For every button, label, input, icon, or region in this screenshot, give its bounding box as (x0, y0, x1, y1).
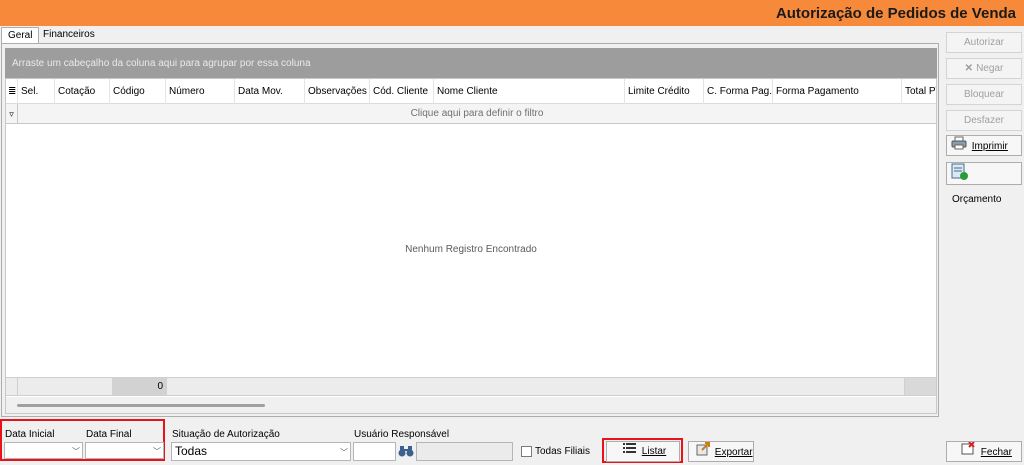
list-icon (623, 442, 636, 461)
col-numero[interactable]: Número (166, 79, 235, 104)
binoculars-icon[interactable] (398, 444, 414, 461)
chevron-down-icon[interactable]: ﹀ (153, 446, 161, 457)
situacao-select[interactable]: Todas ﹀ (171, 442, 351, 461)
negar-button[interactable]: ✕ Negar (946, 58, 1022, 79)
exportar-label: Exportar (714, 447, 753, 459)
col-forma-pagamento[interactable]: Forma Pagamento (773, 79, 902, 104)
window-title: Autorização de Pedidos de Venda (775, 5, 1016, 22)
situacao-label: Situação de Autorização (172, 429, 280, 440)
data-final-field[interactable]: ﹀ (85, 442, 164, 459)
col-data-mov[interactable]: Data Mov. (235, 79, 305, 104)
col-cod-cliente[interactable]: Cód. Cliente (370, 79, 434, 104)
col-observacoes[interactable]: Observações (305, 79, 370, 104)
col-limite-credito[interactable]: Limite Crédito (625, 79, 704, 104)
footer-count: 0 (112, 378, 167, 395)
quote-icon (951, 163, 969, 189)
todas-filiais-checkbox[interactable] (521, 446, 532, 457)
column-chooser-icon[interactable]: ≣ (6, 79, 18, 104)
exportar-button[interactable]: Exportar (688, 441, 754, 462)
imprimir-label: Imprimir (971, 141, 1008, 153)
orders-grid[interactable]: ≣ Sel. Cotação Código Número Data Mov. O… (5, 78, 937, 414)
group-by-hint: Arraste um cabeçalho da coluna aqui para… (12, 58, 311, 69)
listar-label: Listar (641, 446, 667, 458)
empty-message: Nenhum Registro Encontrado (405, 244, 537, 255)
close-window-icon (961, 441, 975, 462)
filter-icon[interactable]: ▿ (6, 104, 18, 124)
data-inicial-label: Data Inicial (5, 429, 55, 440)
data-inicial-field[interactable]: ﹀ (4, 442, 83, 459)
horizontal-scrollbar[interactable] (6, 397, 936, 413)
negar-label: Negar (976, 63, 1004, 75)
usuario-label: Usuário Responsável (354, 429, 450, 440)
footer-indicator-cell (6, 378, 18, 395)
printer-icon (951, 136, 967, 157)
desfazer-label: Desfazer (963, 115, 1004, 126)
fechar-label: Fechar (980, 446, 1012, 458)
todas-filiais-label: Todas Filiais (535, 446, 591, 457)
col-nome-cliente[interactable]: Nome Cliente (434, 79, 625, 104)
close-icon: ✕ (964, 63, 974, 74)
footer-total-cell (904, 378, 936, 395)
orcamento-label: Orçamento (952, 194, 1002, 205)
filter-hint: Clique aqui para definir o filtro (410, 108, 544, 119)
tab-financeiros[interactable]: Financeiros (37, 27, 101, 44)
filter-row[interactable]: ▿ Clique aqui para definir o filtro (6, 104, 936, 124)
tab-geral[interactable]: Geral (1, 27, 40, 44)
tab-strip: Geral Financeiros (0, 26, 940, 44)
autorizar-button[interactable]: Autorizar (946, 32, 1022, 53)
col-sel[interactable]: Sel. (18, 79, 55, 104)
grid-footer: 0 (6, 377, 936, 396)
bloquear-button[interactable]: Bloquear (946, 84, 1022, 105)
grid-header: ≣ Sel. Cotação Código Número Data Mov. O… (6, 79, 936, 104)
orcamento-button[interactable]: Orçamento (946, 162, 1022, 205)
situacao-value: Todas (175, 444, 208, 458)
autorizar-label: Autorizar (963, 37, 1004, 48)
listar-button[interactable]: Listar (606, 441, 680, 462)
col-c-forma-pag[interactable]: C. Forma Pag. (704, 79, 773, 104)
title-bar: Autorização de Pedidos de Venda (0, 0, 1024, 26)
chevron-down-icon[interactable]: ﹀ (340, 447, 348, 458)
col-codigo[interactable]: Código (110, 79, 166, 104)
fechar-button[interactable]: Fechar (946, 441, 1022, 462)
bloquear-label: Bloquear (963, 89, 1005, 100)
chevron-down-icon[interactable]: ﹀ (72, 446, 80, 457)
data-final-label: Data Final (86, 429, 132, 440)
group-by-panel[interactable]: Arraste um cabeçalho da coluna aqui para… (5, 48, 937, 78)
usuario-code-field[interactable] (353, 442, 396, 461)
col-total[interactable]: Total P\ (902, 79, 936, 104)
desfazer-button[interactable]: Desfazer (946, 110, 1022, 131)
col-cotacao[interactable]: Cotação (55, 79, 110, 104)
tab-panel-geral: Arraste um cabeçalho da coluna aqui para… (1, 43, 939, 417)
usuario-name-field (416, 442, 513, 461)
export-icon (696, 442, 710, 463)
imprimir-button[interactable]: Imprimir (946, 135, 1022, 156)
scrollbar-thumb[interactable] (17, 404, 265, 407)
